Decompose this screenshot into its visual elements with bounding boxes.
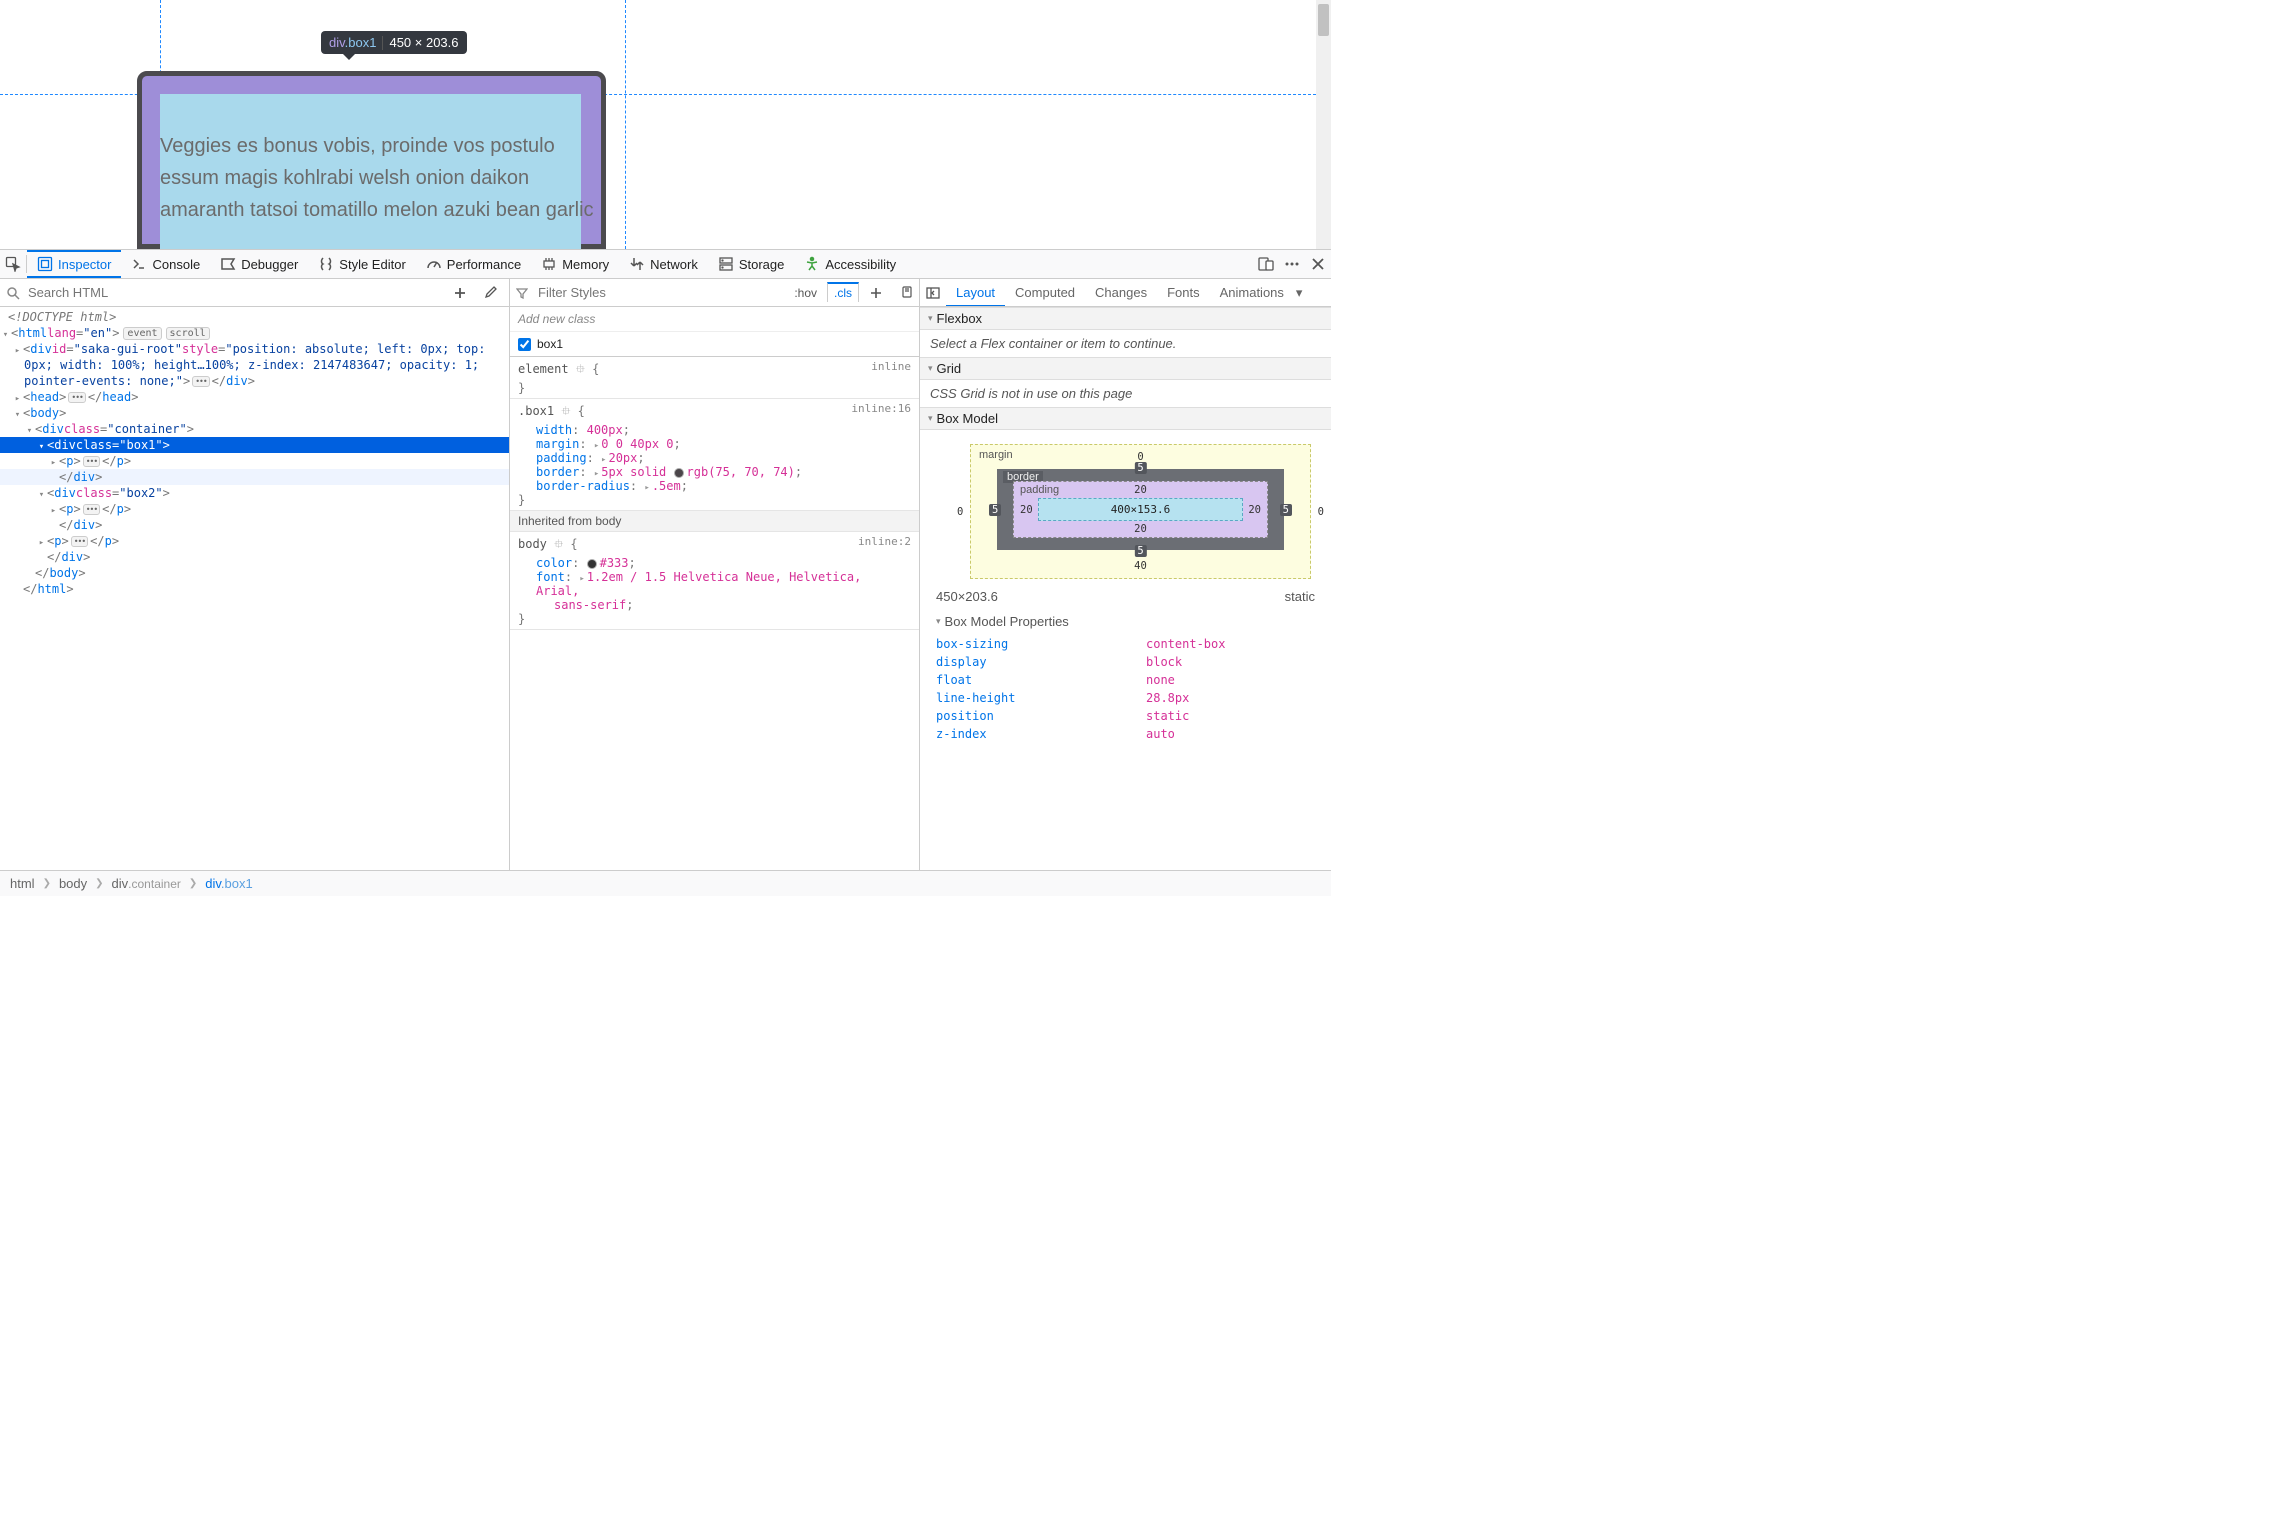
box-model-property-row[interactable]: z-indexauto <box>920 725 1331 743</box>
color-swatch[interactable] <box>674 468 684 478</box>
search-icon <box>6 286 20 300</box>
layout-panel: Layout Computed Changes Fonts Animations… <box>920 279 1331 870</box>
filter-icon <box>510 287 528 299</box>
storage-icon <box>718 256 734 272</box>
filter-styles-input[interactable] <box>532 283 784 302</box>
class-checkbox[interactable] <box>518 338 531 351</box>
close-devtools-button[interactable] <box>1305 251 1331 277</box>
more-options-button[interactable] <box>1279 251 1305 277</box>
layout-tab-animations[interactable]: Animations <box>1210 279 1294 306</box>
layout-tab-changes[interactable]: Changes <box>1085 279 1157 306</box>
add-rule-button[interactable] <box>863 280 889 306</box>
box-model-property-row[interactable]: positionstatic <box>920 707 1331 725</box>
element-info-tooltip: div.box1 450 × 203.6 <box>321 31 467 54</box>
flexbox-section-header[interactable]: ▾Flexbox <box>920 307 1331 330</box>
console-icon <box>131 256 147 272</box>
color-swatch[interactable] <box>587 559 597 569</box>
layout-toggle-pane-button[interactable] <box>920 280 946 306</box>
pick-element-button[interactable] <box>0 251 26 277</box>
breadcrumb-html[interactable]: html <box>10 876 35 891</box>
class-checkbox-box1[interactable]: box1 <box>510 332 919 356</box>
tab-performance[interactable]: Performance <box>416 250 531 278</box>
grid-empty-message: CSS Grid is not in use on this page <box>920 380 1331 407</box>
flex-highlight-icon[interactable]: ⯐ <box>576 362 585 376</box>
guide-line <box>625 0 626 249</box>
box-model-properties-header[interactable]: ▾Box Model Properties <box>920 608 1331 635</box>
box-model-property-row[interactable]: box-sizingcontent-box <box>920 635 1331 653</box>
page-viewport: Veggies es bonus vobis, proinde vos post… <box>0 0 1331 249</box>
inspector-icon <box>37 256 53 272</box>
flexbox-empty-message: Select a Flex container or item to conti… <box>920 330 1331 357</box>
tab-storage[interactable]: Storage <box>708 250 795 278</box>
chevron-down-icon[interactable]: ▾ <box>1294 285 1305 301</box>
tab-inspector[interactable]: Inspector <box>27 250 121 278</box>
box-model-position: static <box>1285 589 1315 604</box>
copy-styles-button[interactable] <box>893 280 919 306</box>
eyedropper-button[interactable] <box>477 280 503 306</box>
scrollbar-thumb[interactable] <box>1318 4 1329 36</box>
add-class-input[interactable]: Add new class <box>510 307 919 332</box>
layout-tab-layout[interactable]: Layout <box>946 280 1005 307</box>
styles-panel: :hov .cls Add new class box1 element ⯐ { <box>510 279 920 870</box>
box-model-property-row[interactable]: floatnone <box>920 671 1331 689</box>
grid-section-header[interactable]: ▾Grid <box>920 357 1331 380</box>
style-editor-icon <box>318 256 334 272</box>
boxmodel-section-header[interactable]: ▾Box Model <box>920 407 1331 430</box>
box-model-diagram[interactable]: margin 0 40 0 0 border 5 5 5 5 padding <box>920 430 1331 585</box>
search-html-input[interactable] <box>24 283 443 302</box>
tab-network[interactable]: Network <box>619 250 708 278</box>
devtools-toolbar: Inspector Console Debugger Style Editor … <box>0 249 1331 279</box>
viewport-scrollbar[interactable] <box>1316 0 1331 249</box>
dom-panel: <!DOCTYPE html> <html lang="en">eventscr… <box>0 279 510 870</box>
breadcrumb-body[interactable]: body <box>59 876 87 891</box>
dom-tree[interactable]: <!DOCTYPE html> <html lang="en">eventscr… <box>0 307 509 870</box>
box-model-size: 450×203.6 <box>936 589 998 604</box>
hov-toggle[interactable]: :hov <box>788 284 823 302</box>
breadcrumb-box1[interactable]: div.box1 <box>205 876 252 891</box>
accessibility-icon <box>804 256 820 272</box>
box-model-content[interactable]: 400×153.6 <box>1038 498 1243 521</box>
tab-memory[interactable]: Memory <box>531 250 619 278</box>
selected-dom-node[interactable]: <div class="box1"> <box>0 437 509 453</box>
box-model-property-row[interactable]: line-height28.8px <box>920 689 1331 707</box>
breadcrumb-container[interactable]: div.container <box>112 876 181 891</box>
inspected-paragraph: Veggies es bonus vobis, proinde vos post… <box>160 130 605 226</box>
responsive-mode-button[interactable] <box>1253 251 1279 277</box>
tab-accessibility[interactable]: Accessibility <box>794 250 906 278</box>
performance-icon <box>426 256 442 272</box>
tab-style-editor[interactable]: Style Editor <box>308 250 415 278</box>
inherited-from-header: Inherited from body <box>510 511 919 532</box>
layout-tab-fonts[interactable]: Fonts <box>1157 279 1210 306</box>
tab-debugger[interactable]: Debugger <box>210 250 308 278</box>
memory-icon <box>541 256 557 272</box>
tab-console[interactable]: Console <box>121 250 210 278</box>
debugger-icon <box>220 256 236 272</box>
box-model-property-row[interactable]: displayblock <box>920 653 1331 671</box>
breadcrumb-bar: html ❯ body ❯ div.container ❯ div.box1 <box>0 870 1331 896</box>
add-node-button[interactable] <box>447 280 473 306</box>
layout-tab-computed[interactable]: Computed <box>1005 279 1085 306</box>
network-icon <box>629 256 645 272</box>
cls-toggle[interactable]: .cls <box>827 282 859 302</box>
